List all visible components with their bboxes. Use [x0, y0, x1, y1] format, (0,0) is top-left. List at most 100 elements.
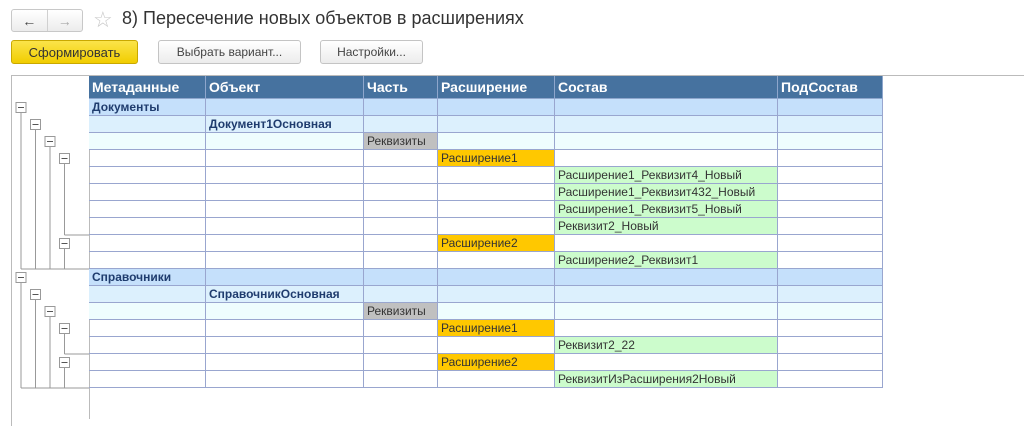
cell-extension [438, 286, 555, 303]
table-row: Расширение1_Реквизит4_Новый [89, 167, 883, 184]
column-header-part[interactable]: Часть [364, 76, 438, 99]
settings-button[interactable]: Настройки... [320, 40, 423, 64]
cell-part [364, 269, 438, 286]
cell-object [206, 269, 364, 286]
cell-part [364, 371, 438, 388]
cell-metadata [89, 371, 206, 388]
cell-part: Реквизиты [364, 133, 438, 150]
cell-object [206, 235, 364, 252]
cell-subcontent [778, 167, 883, 184]
cell-part [364, 320, 438, 337]
cell-extension [438, 99, 555, 116]
cell-metadata [89, 252, 206, 269]
cell-metadata [89, 303, 206, 320]
cell-subcontent [778, 371, 883, 388]
cell-part [364, 150, 438, 167]
cell-object: СправочникОсновная [206, 286, 364, 303]
cell-extension [438, 218, 555, 235]
cell-metadata [89, 201, 206, 218]
cell-content: Расширение1_Реквизит4_Новый [555, 167, 778, 184]
cell-object: Документ1Основная [206, 116, 364, 133]
cell-part [364, 201, 438, 218]
cell-content [555, 133, 778, 150]
cell-metadata [89, 167, 206, 184]
cell-object [206, 303, 364, 320]
cell-extension [438, 201, 555, 218]
cell-extension [438, 371, 555, 388]
cell-subcontent [778, 133, 883, 150]
table-row: СправочникОсновная [89, 286, 883, 303]
column-header-metadata[interactable]: Метаданные [89, 76, 206, 99]
cell-content [555, 99, 778, 116]
table-row: Справочники [89, 269, 883, 286]
cell-subcontent [778, 201, 883, 218]
cell-extension [438, 303, 555, 320]
column-header-subcontent[interactable]: ПодСостав [778, 76, 883, 99]
table-row: Расширение2 [89, 354, 883, 371]
cell-extension [438, 269, 555, 286]
cell-extension: Расширение2 [438, 235, 555, 252]
cell-content [555, 150, 778, 167]
cell-object [206, 252, 364, 269]
cell-object [206, 320, 364, 337]
cell-subcontent [778, 252, 883, 269]
cell-metadata [89, 354, 206, 371]
cell-extension [438, 167, 555, 184]
cell-metadata: Документы [89, 99, 206, 116]
cell-metadata [89, 184, 206, 201]
cell-extension [438, 184, 555, 201]
table-row: Реквизит2_Новый [89, 218, 883, 235]
cell-metadata [89, 218, 206, 235]
cell-part [364, 252, 438, 269]
cell-metadata [89, 320, 206, 337]
cell-metadata [89, 133, 206, 150]
page-title: 8) Пересечение новых объектов в расширен… [122, 8, 524, 28]
cell-subcontent [778, 218, 883, 235]
tree-outline [15, 102, 89, 389]
cell-subcontent [778, 235, 883, 252]
cell-extension [438, 252, 555, 269]
cell-content [555, 354, 778, 371]
table-row: Расширение1 [89, 320, 883, 337]
table-row: Реквизит2_22 [89, 337, 883, 354]
cell-subcontent [778, 150, 883, 167]
cell-subcontent [778, 337, 883, 354]
cell-part [364, 286, 438, 303]
table-row: Расширение1 [89, 150, 883, 167]
cell-subcontent [778, 99, 883, 116]
cell-metadata [89, 235, 206, 252]
column-header-extension[interactable]: Расширение [438, 76, 555, 99]
cell-content: Реквизит2_Новый [555, 218, 778, 235]
cell-part [364, 167, 438, 184]
cell-metadata [89, 337, 206, 354]
cell-object [206, 133, 364, 150]
cell-extension [438, 133, 555, 150]
cell-content [555, 320, 778, 337]
cell-extension: Расширение1 [438, 150, 555, 167]
cell-object [206, 218, 364, 235]
cell-content: РеквизитИзРасширения2Новый [555, 371, 778, 388]
cell-extension: Расширение1 [438, 320, 555, 337]
table-row: Расширение1_Реквизит5_Новый [89, 201, 883, 218]
cell-subcontent [778, 286, 883, 303]
table-row: Документы [89, 99, 883, 116]
cell-content: Расширение1_Реквизит5_Новый [555, 201, 778, 218]
favorite-star-icon[interactable]: ☆ [93, 7, 113, 33]
select-variant-button[interactable]: Выбрать вариант... [158, 40, 301, 64]
column-header-object[interactable]: Объект [206, 76, 364, 99]
cell-object [206, 337, 364, 354]
cell-part [364, 116, 438, 133]
cell-part: Реквизиты [364, 303, 438, 320]
cell-metadata [89, 286, 206, 303]
column-header-content[interactable]: Состав [555, 76, 778, 99]
cell-content: Расширение1_Реквизит432_Новый [555, 184, 778, 201]
cell-metadata [89, 150, 206, 167]
cell-part [364, 218, 438, 235]
table-row: Расширение2 [89, 235, 883, 252]
cell-part [364, 235, 438, 252]
cell-content [555, 269, 778, 286]
cell-content: Расширение2_Реквизит1 [555, 252, 778, 269]
cell-object [206, 201, 364, 218]
cell-object [206, 167, 364, 184]
table-row: Реквизиты [89, 303, 883, 320]
